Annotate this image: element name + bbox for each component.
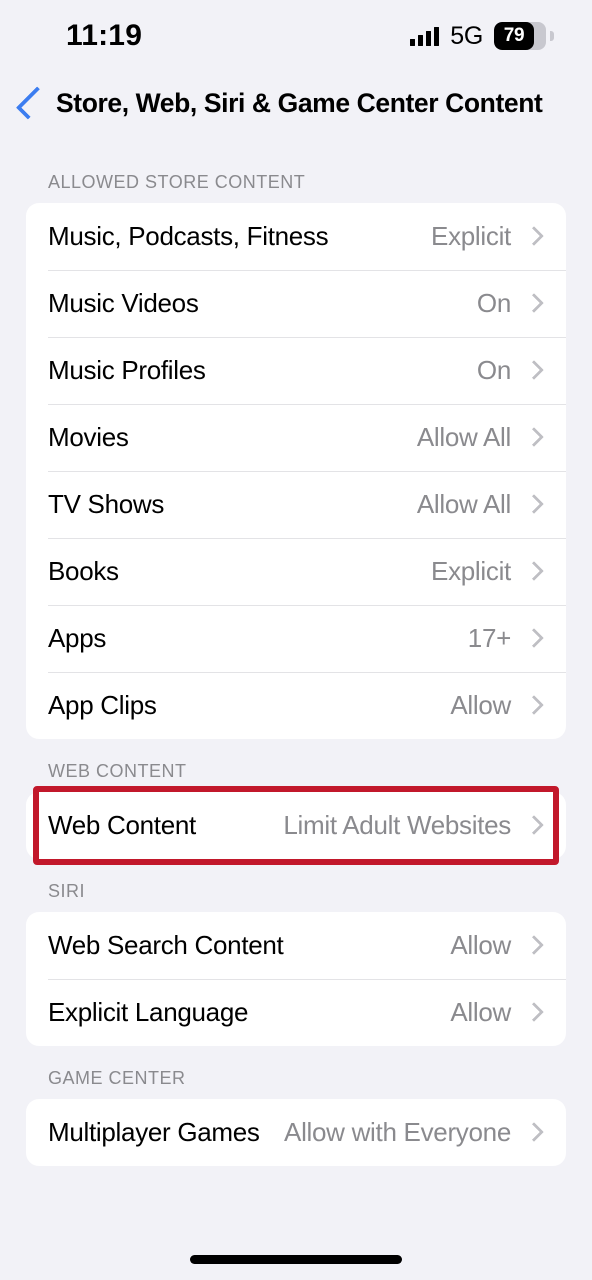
chevron-left-icon (15, 86, 49, 120)
settings-card: Web Search Content Allow Explicit Language… (26, 912, 566, 1046)
row-value: Allow with Everyone (284, 1117, 511, 1147)
row-value: On (476, 355, 511, 385)
settings-row[interactable]: Web Content Limit Adult Websites (26, 792, 566, 859)
chevron-right-icon (527, 815, 540, 837)
row-value: Limit Adult Websites (283, 810, 511, 840)
chevron-right-icon (527, 561, 540, 583)
settings-row[interactable]: Apps 17+ (26, 605, 566, 672)
row-label: Books (48, 556, 119, 586)
settings-row[interactable]: App Clips Allow (26, 672, 566, 739)
row-label: Music, Podcasts, Fitness (48, 221, 329, 251)
page-title: Store, Web, Siri & Game Center Content (56, 87, 543, 118)
row-value: On (476, 288, 511, 318)
row-value: Allow (450, 930, 511, 960)
row-value: Explicit (431, 221, 511, 251)
network-type-label: 5G (450, 21, 483, 50)
chevron-right-icon (527, 427, 540, 449)
battery-percent-label: 79 (503, 25, 525, 46)
settings-row[interactable]: Music Profiles On (26, 337, 566, 404)
navigation-bar: Store, Web, Siri & Game Center Content (0, 72, 592, 134)
section-header: GAME CENTER (48, 1068, 186, 1088)
chevron-right-icon (527, 226, 540, 248)
settings-row[interactable]: Books Explicit (26, 538, 566, 605)
row-value: Allow All (416, 422, 511, 452)
settings-section: ALLOWED STORE CONTENT Music, Podcasts, Fi… (0, 150, 592, 739)
row-label: Explicit Language (48, 997, 249, 1027)
cellular-bars-icon (410, 26, 440, 46)
chevron-right-icon (527, 695, 540, 717)
settings-row[interactable]: Music Videos On (26, 270, 566, 337)
status-indicators: 5G 79 (410, 21, 554, 51)
row-label: Web Content (48, 810, 196, 840)
settings-row[interactable]: Movies Allow All (26, 404, 566, 471)
row-label: Apps (48, 623, 107, 653)
chevron-right-icon (527, 360, 540, 382)
settings-section: SIRI Web Search Content Allow Explicit Lang… (0, 859, 592, 1046)
battery-icon: 79 (494, 22, 554, 50)
row-label: App Clips (48, 690, 157, 720)
row-label: Music Videos (48, 288, 199, 318)
settings-list: ALLOWED STORE CONTENT Music, Podcasts, Fi… (0, 134, 592, 1166)
settings-section: WEB CONTENT Web Content Limit Adult Websit… (0, 739, 592, 865)
home-indicator (190, 1255, 402, 1264)
settings-row[interactable]: Multiplayer Games Allow with Everyone (26, 1099, 566, 1166)
chevron-right-icon (527, 494, 540, 516)
settings-row[interactable]: TV Shows Allow All (26, 471, 566, 538)
row-label: Music Profiles (48, 355, 206, 385)
row-value: Allow (450, 997, 511, 1027)
status-bar: 11:19 5G 79 (0, 0, 592, 72)
row-value: Explicit (431, 556, 511, 586)
row-value: Allow (450, 690, 511, 720)
row-label: Multiplayer Games (48, 1117, 260, 1147)
chevron-right-icon (527, 1002, 540, 1024)
back-button[interactable] (10, 81, 54, 125)
row-label: Movies (48, 422, 129, 452)
chevron-right-icon (527, 935, 540, 957)
settings-row[interactable]: Explicit Language Allow (26, 979, 566, 1046)
settings-card: Multiplayer Games Allow with Everyone (26, 1099, 566, 1166)
section-header: SIRI (48, 881, 86, 901)
chevron-right-icon (527, 628, 540, 650)
chevron-right-icon (527, 293, 540, 315)
section-header: ALLOWED STORE CONTENT (48, 172, 306, 192)
settings-card: Web Content Limit Adult Websites (26, 786, 566, 865)
row-label: TV Shows (48, 489, 165, 519)
settings-card: Music, Podcasts, Fitness Explicit Music Vi… (26, 203, 566, 739)
status-time: 11:19 (66, 19, 143, 52)
row-value: Allow All (416, 489, 511, 519)
section-header: WEB CONTENT (48, 761, 187, 781)
chevron-right-icon (527, 1122, 540, 1144)
settings-section: GAME CENTER Multiplayer Games Allow with E… (0, 1046, 592, 1166)
row-label: Web Search Content (48, 930, 284, 960)
settings-row[interactable]: Web Search Content Allow (26, 912, 566, 979)
settings-row[interactable]: Music, Podcasts, Fitness Explicit (26, 203, 566, 270)
row-value: 17+ (467, 623, 512, 653)
iphone-screen: 11:19 5G 79 Store, Web, Siri & Game Cent… (0, 0, 592, 1280)
